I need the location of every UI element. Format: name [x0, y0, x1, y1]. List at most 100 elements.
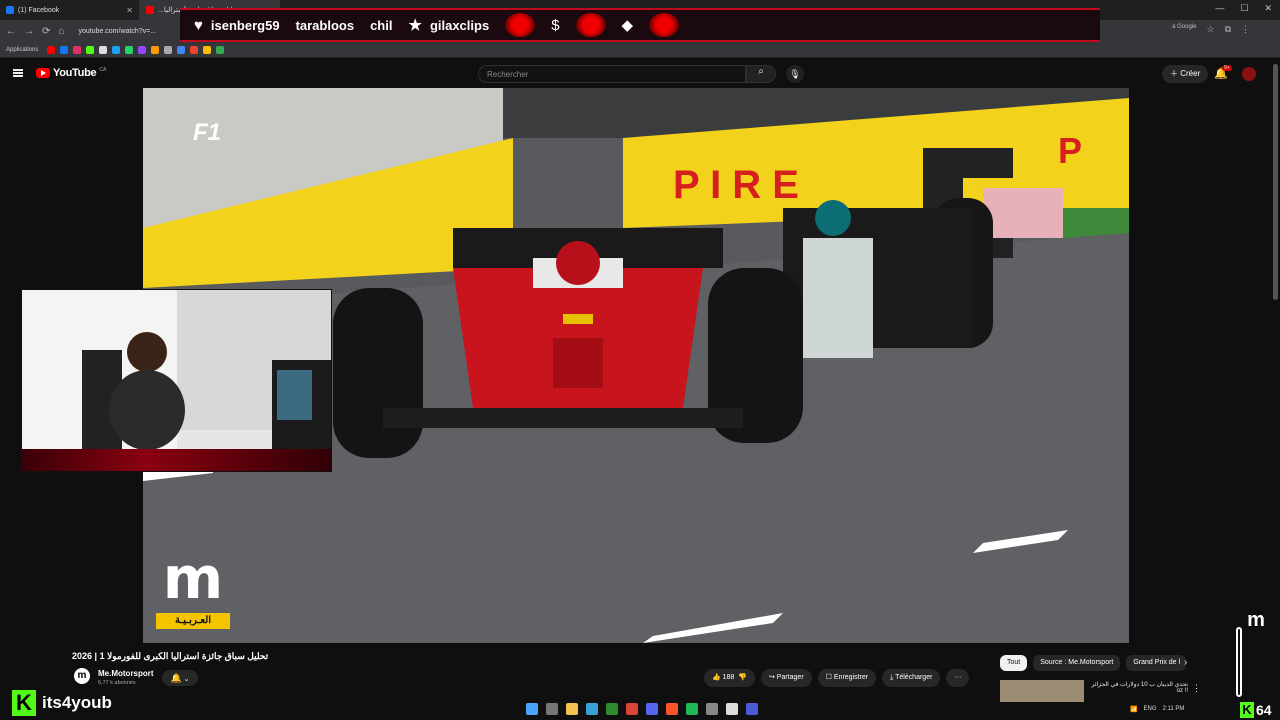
overlay-item: ♥ isenberg59	[194, 16, 280, 34]
diamond-icon: ◆	[621, 17, 634, 34]
close-icon[interactable]: ✕	[126, 6, 133, 15]
kick-count: 64	[1256, 702, 1272, 718]
youtube-play-icon	[36, 68, 50, 78]
share-button[interactable]: ↪ Partager	[760, 669, 812, 687]
bookmark-icon[interactable]	[203, 45, 212, 54]
more-button[interactable]: ···	[946, 669, 970, 687]
mic-icon[interactable]: 🎙	[786, 65, 804, 83]
webcam-banner	[22, 449, 331, 471]
overlay-emblem	[649, 13, 680, 37]
app-icon[interactable]	[586, 703, 598, 715]
bookmark-icon[interactable]	[47, 45, 56, 54]
bookmark-icon: ☐	[825, 674, 832, 681]
spotify-icon[interactable]	[686, 703, 698, 715]
search-icon[interactable]	[546, 703, 558, 715]
close-window-button[interactable]: ✕	[1264, 3, 1272, 14]
video-title: تحليل سباق جائزة استراليا الكبرى للفورمو…	[72, 651, 269, 661]
overlay-emblem	[575, 13, 606, 37]
chip-all[interactable]: Tout	[1000, 655, 1028, 671]
bookmark-icon[interactable]	[73, 45, 82, 54]
back-icon[interactable]: ←	[6, 26, 16, 37]
bookmark-icon[interactable]	[99, 45, 108, 54]
app-icon[interactable]	[726, 703, 738, 715]
browser-toolbar: à Google ☆ ⧉ ⋮	[1172, 24, 1250, 35]
bookmark-icon[interactable]	[138, 45, 147, 54]
menu-icon[interactable]	[13, 69, 23, 77]
subscribe-bell-button[interactable]: 🔔 ⌄	[162, 670, 198, 686]
bookmark-icon[interactable]	[125, 45, 134, 54]
channel-name[interactable]: Me.Motorsport	[98, 669, 154, 678]
discord-icon[interactable]	[646, 703, 658, 715]
youtube-logo[interactable]: YouTube CA	[36, 67, 106, 79]
chrome-icon[interactable]	[626, 703, 638, 715]
svg-text:P I R E: P I R E	[673, 163, 799, 207]
brave-icon[interactable]	[666, 703, 678, 715]
xbox-icon[interactable]	[606, 703, 618, 715]
stream-scroll-indicator	[1236, 627, 1242, 697]
kick-logo: K	[12, 690, 36, 716]
app-icon[interactable]	[706, 703, 718, 715]
reload-icon[interactable]: ⟳	[42, 26, 50, 37]
youtube-header: YouTube CA Rechercher ⌕ 🎙 ＋ Créer 🔔 9+	[0, 60, 1280, 88]
bookmark-icon[interactable]	[60, 45, 69, 54]
chip-source[interactable]: Source : Me.Motorsport	[1033, 655, 1121, 671]
thumb-down-icon[interactable]: 👎	[738, 674, 747, 681]
home-icon[interactable]: ⌂	[58, 26, 64, 37]
star-icon: ★	[408, 17, 422, 34]
recommended-thumbnail[interactable]	[1000, 680, 1084, 702]
notification-badge: 9+	[1222, 65, 1232, 71]
search-input[interactable]: Rechercher	[478, 65, 746, 83]
forward-icon[interactable]: →	[24, 26, 34, 37]
create-button[interactable]: ＋ Créer	[1162, 65, 1209, 83]
facebook-icon	[6, 6, 14, 14]
files-icon[interactable]	[566, 703, 578, 715]
bookmark-icon[interactable]	[86, 45, 95, 54]
channel-watermark: m العـربـيـة	[154, 549, 232, 631]
more-vert-icon[interactable]: ⋮	[1192, 683, 1201, 694]
url-field[interactable]: youtube.com/watch?v=...	[78, 28, 156, 35]
windows-start-icon[interactable]	[526, 703, 538, 715]
bookmark-apps[interactable]: Applications	[6, 47, 38, 53]
bookmark-icon[interactable]	[216, 45, 225, 54]
avatar[interactable]	[1242, 67, 1256, 81]
bookmark-icon[interactable]	[190, 45, 199, 54]
svg-text:P: P	[1058, 130, 1082, 171]
tab-label: (1) Facebook	[18, 6, 60, 14]
bookmark-star-icon[interactable]: ☆	[1206, 24, 1214, 35]
scrollbar[interactable]	[1273, 64, 1278, 300]
dollar-icon: $	[551, 16, 560, 34]
like-button[interactable]: 👍 188 👎	[704, 669, 755, 687]
stream-overlay-banner: ♥ isenberg59 tarabloos chil ★ gilaxclips $…	[180, 8, 1100, 42]
app-icon[interactable]	[746, 703, 758, 715]
lang-indicator[interactable]: ENG	[1143, 706, 1156, 713]
bookmark-icon[interactable]	[112, 45, 121, 54]
chevron-right-icon[interactable]: ›	[1184, 657, 1187, 668]
kick-counter: K 64	[1240, 702, 1272, 718]
minimize-button[interactable]: —	[1215, 3, 1224, 14]
search-button[interactable]: ⌕	[746, 65, 776, 83]
window-controls: — ☐ ✕	[1215, 3, 1272, 14]
bookmarks-bar: Applications	[0, 42, 1280, 58]
chip-grand-prix[interactable]: Grand Prix de l	[1126, 655, 1187, 671]
streamer-brand: K its4youb	[12, 690, 112, 716]
menu-icon[interactable]: ⋮	[1241, 24, 1250, 35]
bookmark-icon[interactable]	[177, 45, 186, 54]
bookmark-icon[interactable]	[151, 45, 160, 54]
bell-icon: 🔔	[170, 673, 182, 683]
clock[interactable]: 2:11 PM	[1163, 706, 1185, 713]
download-button[interactable]: ⤓ Télécharger	[882, 669, 941, 687]
channel-watermark-small: m	[1247, 609, 1265, 631]
heart-icon: ♥	[194, 16, 203, 34]
save-button[interactable]: ☐ Enregistrer	[817, 669, 877, 687]
extension-icon[interactable]: ⧉	[1225, 24, 1231, 35]
filter-chips: Tout Source : Me.Motorsport Grand Prix d…	[1000, 655, 1187, 671]
recommended-title[interactable]: تحدي الديبان ب 10 دولارات في الجزائر !! …	[1088, 681, 1189, 694]
wifi-icon[interactable]: 📶	[1130, 706, 1137, 713]
bookmark-icon[interactable]	[164, 45, 173, 54]
maximize-button[interactable]: ☐	[1240, 3, 1248, 14]
channel-avatar[interactable]: m	[74, 668, 90, 684]
google-label: à Google	[1172, 24, 1197, 30]
overlay-emblem	[505, 13, 536, 37]
webcam-frame	[22, 290, 331, 471]
tab-facebook[interactable]: (1) Facebook ✕	[0, 0, 140, 20]
